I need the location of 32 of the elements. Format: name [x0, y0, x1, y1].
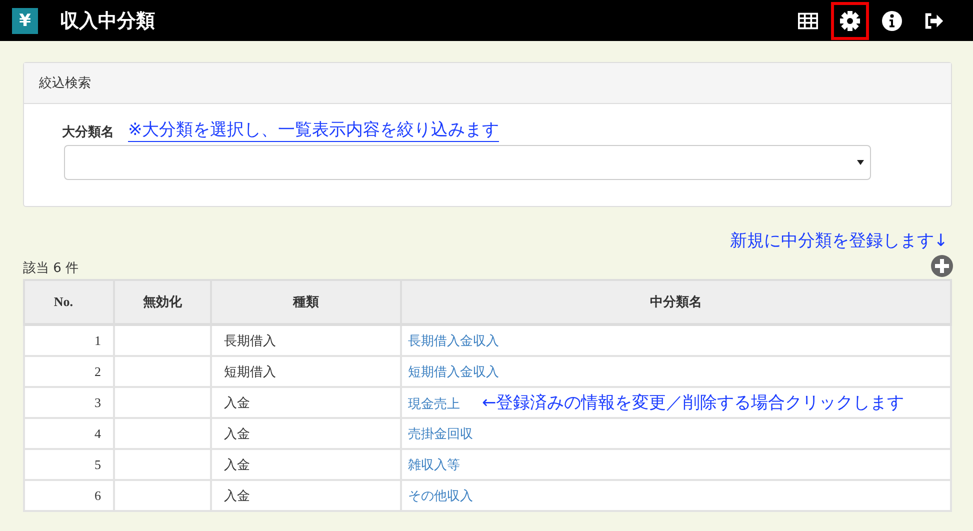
table-cell: 入金: [211, 449, 401, 480]
column-header: 種類: [211, 280, 401, 324]
add-icon[interactable]: [931, 255, 953, 277]
table-cell: 入金: [211, 418, 401, 449]
table-cell: 5: [24, 449, 114, 480]
category-link[interactable]: 売掛金回収: [408, 426, 473, 442]
annotation-note: 新規に中分類を登録します↓: [728, 230, 948, 252]
result-count: 該当 6 件: [23, 260, 79, 277]
app-logo: ¥: [12, 8, 38, 34]
category-link[interactable]: その他収入: [408, 488, 473, 504]
column-header: 中分類名: [401, 280, 951, 324]
table-cell: 入金: [211, 387, 401, 418]
table-cell: 短期借入: [211, 356, 401, 387]
category-link[interactable]: 雑収入等: [408, 458, 460, 472]
table-cell: 3: [24, 387, 114, 418]
table-cell: 2: [24, 356, 114, 387]
category-link[interactable]: 現金売上: [408, 397, 460, 412]
category-link[interactable]: 長期借入金収入: [408, 334, 499, 348]
column-header: 無効化: [114, 280, 211, 324]
table-cell: 4: [24, 418, 114, 449]
panel-title: 絞込検索: [24, 63, 951, 104]
category-link[interactable]: 短期借入金収入: [408, 364, 499, 380]
table-cell: 1: [24, 324, 114, 356]
table-cell: 6: [24, 480, 114, 511]
page-title: 収入中分類: [60, 8, 156, 34]
annotation-note: ※大分類を選択し、一覧表示内容を絞り込みます: [128, 118, 500, 142]
settings-icon[interactable]: [831, 2, 869, 40]
table-cell: 長期借入: [211, 324, 401, 356]
annotation-note: ←登録済みの情報を変更／削除する場合クリックします: [482, 393, 904, 413]
table-cell: 入金: [211, 480, 401, 511]
field-label: 大分類名: [62, 124, 114, 141]
column-header: No.: [24, 280, 114, 324]
